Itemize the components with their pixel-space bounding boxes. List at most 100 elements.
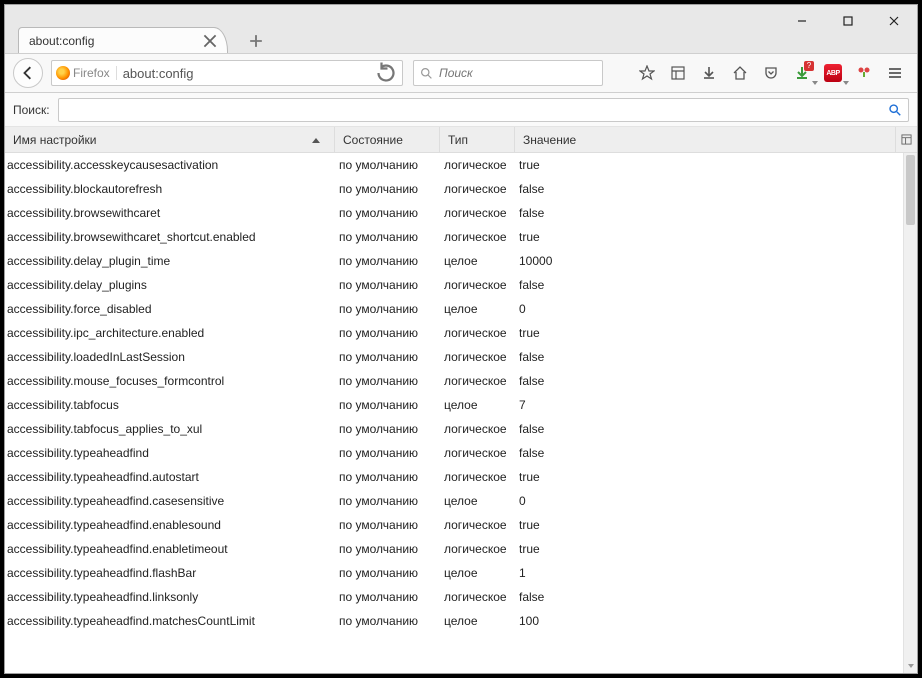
pref-name-cell: accessibility.delay_plugins	[5, 278, 335, 292]
column-header-value[interactable]: Значение	[515, 127, 895, 152]
pocket-icon[interactable]	[757, 59, 785, 87]
pref-type-cell: логическое	[440, 590, 515, 604]
table-row[interactable]: accessibility.delay_plugin_timeпо умолча…	[5, 249, 903, 273]
pref-type-cell: целое	[440, 302, 515, 316]
identity-box[interactable]: Firefox	[56, 66, 117, 80]
pref-value-cell: true	[515, 470, 903, 484]
pref-value-cell: false	[515, 206, 903, 220]
pref-value-cell: false	[515, 374, 903, 388]
table-row[interactable]: accessibility.browsewithcaret_shortcut.e…	[5, 225, 903, 249]
pref-state-cell: по умолчанию	[335, 590, 440, 604]
menu-icon[interactable]	[881, 59, 909, 87]
pref-state-cell: по умолчанию	[335, 206, 440, 220]
pref-value-cell: 7	[515, 398, 903, 412]
pref-state-cell: по умолчанию	[335, 182, 440, 196]
pref-value-cell: false	[515, 278, 903, 292]
column-header-name[interactable]: Имя настройки	[5, 127, 335, 152]
pref-state-cell: по умолчанию	[335, 470, 440, 484]
search-box[interactable]	[413, 60, 603, 86]
reload-icon[interactable]	[374, 62, 398, 84]
pref-name-cell: accessibility.typeaheadfind.enablesound	[5, 518, 335, 532]
column-picker-icon[interactable]	[895, 127, 917, 152]
bookmark-star-icon[interactable]	[633, 59, 661, 87]
vertical-scrollbar[interactable]	[903, 153, 917, 673]
url-bar[interactable]: Firefox about:config	[51, 60, 403, 86]
pref-type-cell: логическое	[440, 542, 515, 556]
pref-name-cell: accessibility.typeaheadfind.matchesCount…	[5, 614, 335, 628]
table-row[interactable]: accessibility.typeaheadfind.matchesCount…	[5, 609, 903, 633]
column-header-type[interactable]: Тип	[440, 127, 515, 152]
pref-state-cell: по умолчанию	[335, 374, 440, 388]
table-row[interactable]: accessibility.tabfocus_applies_to_xulпо …	[5, 417, 903, 441]
pref-state-cell: по умолчанию	[335, 542, 440, 556]
table-row[interactable]: accessibility.typeaheadfindпо умолчаниюл…	[5, 441, 903, 465]
close-window-button[interactable]	[871, 5, 917, 37]
pref-type-cell: логическое	[440, 182, 515, 196]
pref-state-cell: по умолчанию	[335, 518, 440, 532]
toolbar-icons: ? ABP	[633, 59, 909, 87]
adblock-icon[interactable]: ABP	[819, 59, 847, 87]
table-row[interactable]: accessibility.blockautorefreshпо умолчан…	[5, 177, 903, 201]
pref-value-cell: 100	[515, 614, 903, 628]
pref-search-input[interactable]	[65, 103, 888, 117]
pref-table-body: accessibility.accesskeycausesactivationп…	[5, 153, 917, 673]
pref-value-cell: true	[515, 326, 903, 340]
pref-name-cell: accessibility.typeaheadfind.autostart	[5, 470, 335, 484]
search-input[interactable]	[439, 66, 596, 80]
pref-type-cell: целое	[440, 254, 515, 268]
pref-type-cell: целое	[440, 494, 515, 508]
titlebar: about:config	[5, 5, 917, 53]
scrollbar-thumb[interactable]	[906, 155, 915, 225]
table-row[interactable]: accessibility.delay_pluginsпо умолчаниюл…	[5, 273, 903, 297]
chevron-down-icon	[843, 81, 849, 85]
chevron-down-icon	[812, 81, 818, 85]
pref-value-cell: false	[515, 350, 903, 364]
pref-state-cell: по умолчанию	[335, 326, 440, 340]
pref-value-cell: true	[515, 542, 903, 556]
downloads-icon[interactable]	[695, 59, 723, 87]
search-icon	[420, 67, 433, 80]
table-row[interactable]: accessibility.typeaheadfind.autostartпо …	[5, 465, 903, 489]
table-row[interactable]: accessibility.typeaheadfind.flashBarпо у…	[5, 561, 903, 585]
pref-name-cell: accessibility.typeaheadfind	[5, 446, 335, 460]
pref-value-cell: false	[515, 590, 903, 604]
pref-search-row: Поиск:	[5, 93, 917, 127]
pref-name-cell: accessibility.typeaheadfind.linksonly	[5, 590, 335, 604]
pref-value-cell: 10000	[515, 254, 903, 268]
pref-name-cell: accessibility.force_disabled	[5, 302, 335, 316]
pref-state-cell: по умолчанию	[335, 614, 440, 628]
abp-badge: ABP	[824, 64, 842, 82]
table-row[interactable]: accessibility.typeaheadfind.linksonlyпо …	[5, 585, 903, 609]
maximize-button[interactable]	[825, 5, 871, 37]
new-tab-button[interactable]	[245, 31, 267, 51]
table-row[interactable]: accessibility.typeaheadfind.enablesoundп…	[5, 513, 903, 537]
library-icon[interactable]	[664, 59, 692, 87]
scroll-down-icon[interactable]	[904, 659, 917, 673]
table-row[interactable]: accessibility.typeaheadfind.casesensitiv…	[5, 489, 903, 513]
table-row[interactable]: accessibility.loadedInLastSessionпо умол…	[5, 345, 903, 369]
pref-type-cell: логическое	[440, 206, 515, 220]
pref-state-cell: по умолчанию	[335, 278, 440, 292]
minimize-button[interactable]	[779, 5, 825, 37]
column-header-state[interactable]: Состояние	[335, 127, 440, 152]
table-row[interactable]: accessibility.tabfocusпо умолчаниюцелое7	[5, 393, 903, 417]
pref-search-label: Поиск:	[13, 103, 50, 117]
table-row[interactable]: accessibility.browsewithcaretпо умолчани…	[5, 201, 903, 225]
back-button[interactable]	[13, 58, 43, 88]
extension-icon[interactable]	[850, 59, 878, 87]
table-row[interactable]: accessibility.accesskeycausesactivationп…	[5, 153, 903, 177]
tab-about-config[interactable]: about:config	[18, 27, 228, 53]
pref-value-cell: true	[515, 230, 903, 244]
pref-state-cell: по умолчанию	[335, 350, 440, 364]
close-icon[interactable]	[203, 34, 217, 48]
table-row[interactable]: accessibility.force_disabledпо умолчанию…	[5, 297, 903, 321]
pref-type-cell: логическое	[440, 470, 515, 484]
addon-download-icon[interactable]: ?	[788, 59, 816, 87]
pref-state-cell: по умолчанию	[335, 398, 440, 412]
table-row[interactable]: accessibility.mouse_focuses_formcontrolп…	[5, 369, 903, 393]
pref-search-field[interactable]	[58, 98, 909, 122]
table-row[interactable]: accessibility.ipc_architecture.enabledпо…	[5, 321, 903, 345]
pref-name-cell: accessibility.tabfocus_applies_to_xul	[5, 422, 335, 436]
table-row[interactable]: accessibility.typeaheadfind.enabletimeou…	[5, 537, 903, 561]
home-icon[interactable]	[726, 59, 754, 87]
